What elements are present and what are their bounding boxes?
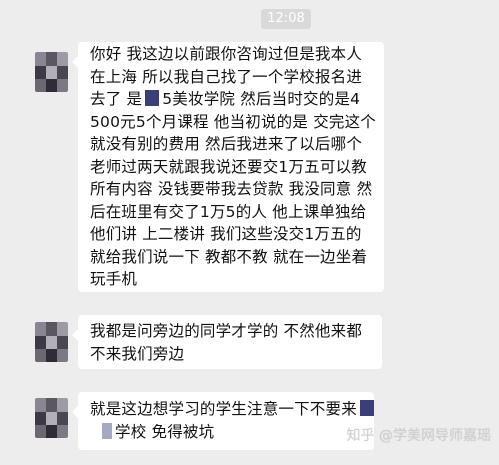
message-line: 我都是问旁边的同学才学的 不然他来都: [90, 322, 363, 340]
redaction-mark: [359, 400, 374, 416]
redaction-mark: [145, 90, 160, 106]
contact-avatar[interactable]: [35, 322, 68, 362]
message-line: 500元5个月课程 他当初说的是 交完这个: [90, 112, 377, 131]
message-bubble[interactable]: 就是这边想学习的学生注意一下不要来 学校 免得被坑: [72, 392, 374, 450]
message-bubble[interactable]: 我都是问旁边的同学才学的 不然他来都 不来我们旁边: [72, 315, 382, 369]
message-line: 所有内容 没钱要带我去贷款 我没同意 然: [90, 180, 373, 198]
message-line: 就没有别的费用 然后我进来了以后哪个: [90, 135, 363, 153]
message-line: 后在班里有交了1万5的人 他上课单独给: [90, 202, 367, 221]
message-line: 你好 我这边以前跟你咨询过但是我本人: [90, 45, 363, 63]
redaction-mark: [102, 422, 112, 439]
message-line-with-redaction: 学校 免得被坑: [90, 421, 374, 444]
message-line-with-redaction: 就是这边想学习的学生注意一下不要来: [90, 398, 374, 421]
source-watermark: 知乎 @学美网导师嘉瑶: [346, 428, 491, 444]
message-line: 就给我们说一下 教都不教 就在一边坐着: [90, 247, 368, 266]
message-line: 玩手机: [90, 270, 138, 288]
contact-avatar[interactable]: [35, 398, 68, 438]
message-line: 他们讲 上二楼讲 我们这些没交1万五的: [90, 225, 362, 243]
chat-timestamp: 12:08: [261, 9, 311, 29]
message-line: 老师过两天就跟我说还要交1万五可以教: [90, 157, 367, 176]
contact-avatar[interactable]: [35, 52, 68, 92]
message-line: 在上海 所以我自己找了一个学校报名进: [90, 67, 363, 86]
message-line-with-redaction: 去了 是 5美妆学院 然后当时交的是4: [90, 90, 361, 108]
message-bubble[interactable]: 你好 我这边以前跟你咨询过但是我本人 在上海 所以我自己找了一个学校报名进 去了…: [72, 42, 384, 292]
message-line: 不来我们旁边: [90, 344, 185, 363]
